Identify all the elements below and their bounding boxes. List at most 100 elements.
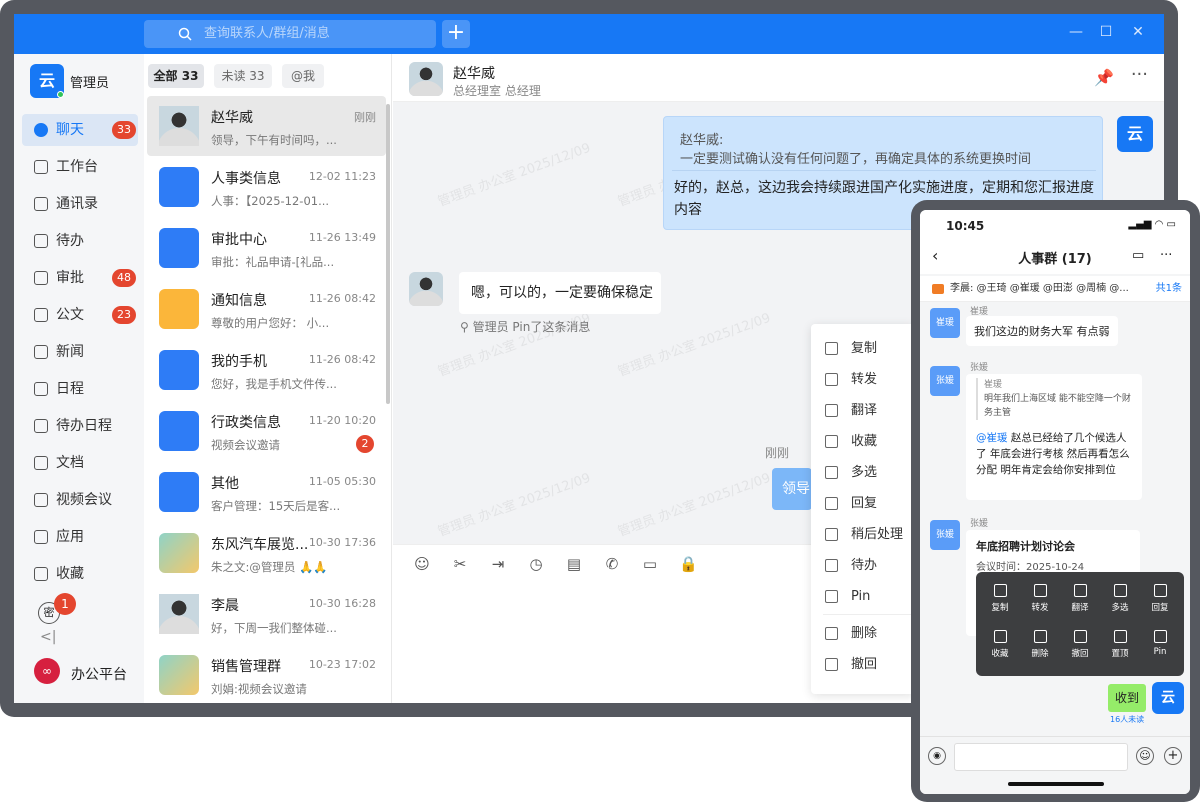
folder-icon[interactable]: ▭ [641,555,659,573]
peer-avatar[interactable] [409,272,443,306]
emoji-icon[interactable]: ☺ [413,555,431,573]
my-message-bubble-selected[interactable]: 领导 [772,468,812,510]
folder-icon[interactable]: ▭ [1132,248,1144,263]
lock-icon[interactable]: 🔒 [679,555,698,573]
sidebar-item-calendar[interactable]: 日程 [22,373,138,405]
mobile-menu-item-copy[interactable]: 复制 [980,584,1020,613]
sidebar-item-todo[interactable]: 待办 [22,225,138,257]
mobile-message-bubble[interactable]: 我们这边的财务大军 有点弱 [966,316,1118,346]
sender-avatar[interactable]: 张媛 [930,366,960,396]
conversation-item[interactable]: 销售管理群 10-23 17:02 刘娟:视频会议邀请 [147,645,386,703]
mobile-menu-item-reply[interactable]: 回复 [1140,584,1180,613]
quote-divider [672,170,1096,171]
more-icon[interactable]: ··· [1160,248,1172,263]
add-button[interactable]: + [442,20,470,48]
translate-icon [1073,584,1087,597]
mobile-menu-item-pin[interactable]: Pin [1140,630,1180,657]
conversation-item[interactable]: 人事类信息 12-02 11:23 人事：【2025-12-01... [147,157,386,217]
unread-count[interactable]: 16人未读 [1110,714,1144,725]
conversation-item[interactable]: 东风汽车展览... 10-30 17:36 朱之文:@管理员 🙏🙏 [147,523,386,583]
conversation-item[interactable]: 其他 11-05 05:30 客户管理：15天后是客... [147,462,386,522]
pinned-count[interactable]: 共1条 [1156,276,1182,302]
maximize-icon[interactable]: ☐ [1096,24,1116,40]
tab-mentions[interactable]: @我 [282,64,324,88]
conversation-list: 全部 33 未读 33 @我 赵华威 刚刚 领导，下午有时间吗，... 人事类信息 12… [144,54,392,703]
conversation-name: 东风汽车展览... [211,537,309,553]
emoji-icon[interactable]: ☺ [1136,747,1154,765]
call-icon[interactable]: ✆ [603,555,621,573]
history-icon[interactable]: ◷ [527,555,545,573]
platform-label[interactable]: 办公平台 [71,664,127,684]
sidebar-item-schedule[interactable]: 待办日程 [22,410,138,442]
minimize-icon[interactable]: — [1066,24,1086,40]
conversation-preview: 刘娟:视频会议邀请 [211,682,307,696]
sender-avatar[interactable]: 张媛 [930,520,960,550]
tab-unread[interactable]: 未读 33 [214,64,272,88]
menu-item-pin[interactable]: Pin [811,582,915,612]
menu-item-todo[interactable]: 待办 [811,551,915,581]
conversation-item[interactable]: 我的手机 11-26 08:42 您好，我是手机文件传... [147,340,386,400]
collapse-icon[interactable]: <| [40,629,56,645]
menu-item-multiselect[interactable]: 多选 [811,458,915,488]
mobile-menu-label: 翻译 [1071,603,1089,613]
sidebar-item-apps[interactable]: 应用 [22,521,138,553]
menu-item-reply[interactable]: 回复 [811,489,915,519]
sidebar-item-contacts[interactable]: 通讯录 [22,188,138,220]
close-icon[interactable]: ✕ [1128,24,1148,40]
tab-all[interactable]: 全部 33 [148,64,204,88]
conversation-scrollbar[interactable] [386,104,390,404]
sender-name: 张媛 [970,363,989,373]
platform-icon[interactable]: ∞ [34,658,60,684]
sidebar-item-workbench[interactable]: 工作台 [22,151,138,183]
plus-icon[interactable]: + [1164,747,1182,765]
note-icon[interactable]: ▤ [565,555,583,573]
mobile-menu-item-collect[interactable]: 收藏 [980,630,1020,659]
sidebar-item-star[interactable]: 收藏 [22,558,138,590]
sidebar-item-document[interactable]: 公文 23 [22,299,138,331]
mobile-menu-item-forward[interactable]: 转发 [1020,584,1060,613]
scissors-icon[interactable]: ✂ [451,555,469,573]
mobile-menu-item-delete[interactable]: 删除 [1020,630,1060,659]
menu-item-collect[interactable]: 收藏 [811,427,915,457]
forward-icon[interactable]: ⇥ [489,555,507,573]
mobile-menu-item-top[interactable]: 置顶 [1100,630,1140,659]
search-input[interactable]: 查询联系人/群组/消息 [144,20,436,48]
sidebar-item-chat[interactable]: 聊天 33 [22,114,138,146]
watermark: 管理员 办公室 2025/12/09 [435,140,593,210]
contact-avatar[interactable] [409,62,443,96]
mobile-menu-item-translate[interactable]: 翻译 [1060,584,1100,613]
conversation-item[interactable]: 通知信息 11-26 08:42 尊敬的用户您好： 小... [147,279,386,339]
menu-item-label: Pin [851,589,871,604]
mention[interactable]: @崔瑗 [976,432,1008,444]
sidebar-item-approval[interactable]: 审批 48 [22,262,138,294]
message-text: @崔瑗 赵总已经给了几个候选人了 年底会进行考核 然后再看怎么分配 明年肯定会给… [976,430,1136,478]
sender-avatar[interactable]: 崔瑗 [930,308,960,338]
menu-item-later[interactable]: 稍后处理 [811,520,915,550]
conversation-item[interactable]: 审批中心 11-26 13:49 审批：礼品申请-[礼品... [147,218,386,278]
conversation-item[interactable]: 李晨 10-30 16:28 好，下周一我们整体碰... [147,584,386,644]
sidebar-item-doc[interactable]: 文档 [22,447,138,479]
conversation-item[interactable]: 赵华威 刚刚 领导，下午有时间吗，... [147,96,386,156]
menu-item-recall[interactable]: 撤回 [811,650,915,680]
mobile-device-frame: 10:45 ▂▄▆ ◠ ▭ ‹ 人事群 (17) ▭ ··· 李晨: @王琦 @… [911,200,1200,802]
menu-item-copy[interactable]: 复制 [811,334,915,364]
mobile-my-message[interactable]: 收到 [1108,684,1146,712]
menu-item-forward[interactable]: 转发 [811,365,915,395]
sidebar-item-news[interactable]: 新闻 [22,336,138,368]
menu-item-delete[interactable]: 删除 [811,619,915,649]
my-avatar[interactable]: 云 [1117,116,1153,152]
pin-icon[interactable]: 📌 [1094,68,1114,87]
menu-item-label: 多选 [851,465,878,480]
menu-item-translate[interactable]: 翻译 [811,396,915,426]
my-avatar[interactable]: 云 [1152,682,1184,714]
mobile-message-input[interactable] [954,743,1128,771]
mobile-menu-item-recall[interactable]: 撤回 [1060,630,1100,659]
voice-icon[interactable]: ◉ [928,747,946,765]
mobile-message-bubble[interactable]: 崔瑗 明年我们上海区域 能不能空降一个财务主管 @崔瑗 赵总已经给了几个候选人了… [966,374,1142,500]
mobile-menu-item-multiselect[interactable]: 多选 [1100,584,1140,613]
conversation-item[interactable]: 行政类信息 11-20 10:20 视频会议邀请 2 [147,401,386,461]
mobile-pinned-bar[interactable]: 李晨: @王琦 @崔瑗 @田澎 @周楠 @... 共1条 [920,276,1190,302]
more-icon[interactable]: ··· [1131,64,1148,85]
peer-message-bubble[interactable]: 嗯，可以的，一定要确保稳定 [459,272,661,314]
sidebar-item-video[interactable]: 视频会议 [22,484,138,516]
